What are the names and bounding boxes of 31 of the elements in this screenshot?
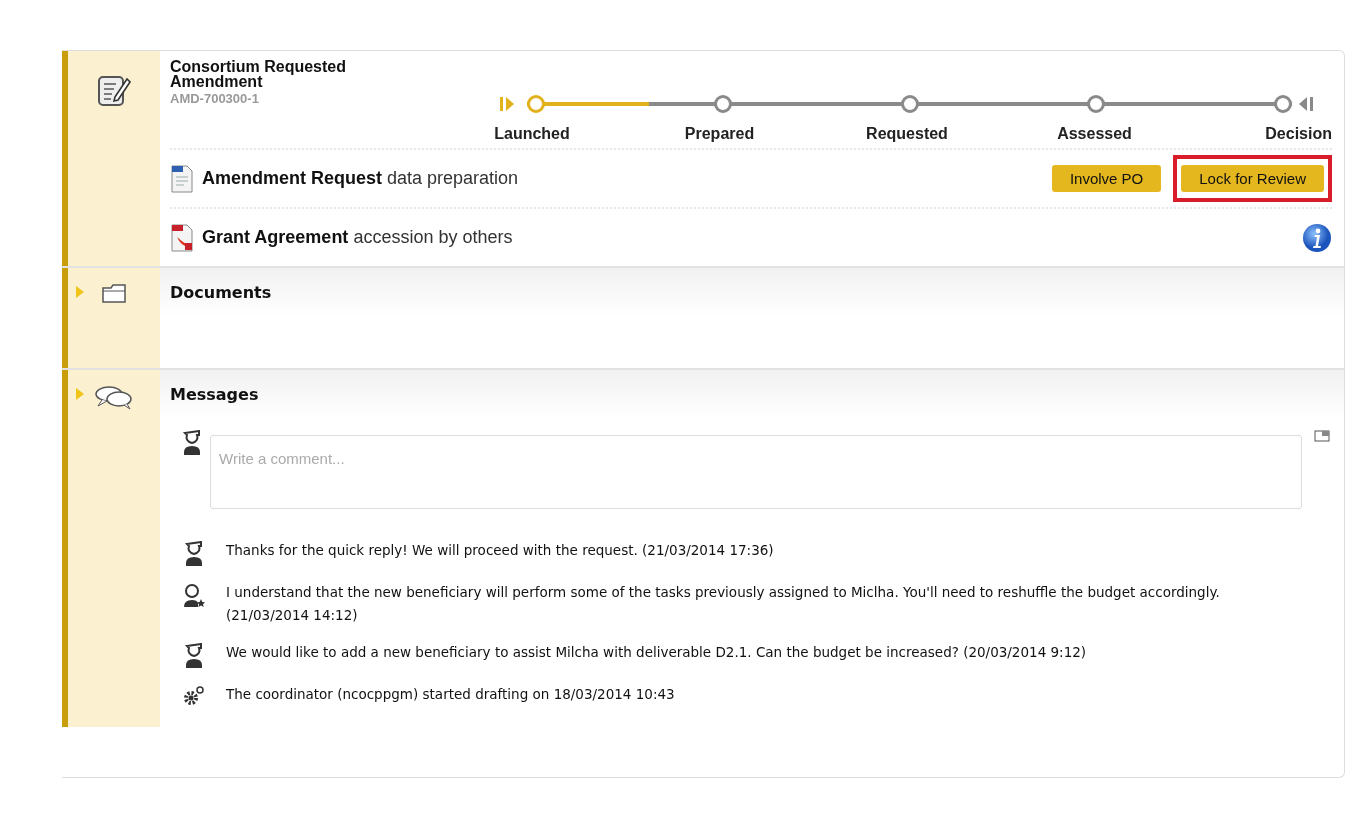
end-marker-icon xyxy=(1298,96,1316,112)
message-text: We would like to add a new beneficiary to assist Milcha with deliverable D2.1. Can the budget be increased? (20/03/2014 9:12) xyxy=(226,643,1087,662)
user-avatar-icon xyxy=(184,541,204,567)
case-reference: AMD-700300-1 xyxy=(170,91,260,106)
action-button[interactable]: Involve PO xyxy=(1051,165,1162,192)
info-icon[interactable] xyxy=(1302,222,1332,253)
message-text: The coordinator (ncocppgm) started drafting on 18/03/2014 10:43 xyxy=(226,685,675,704)
expand-window-icon[interactable] xyxy=(1314,430,1330,442)
form-document-icon xyxy=(170,164,194,193)
comment-field[interactable]: Write a comment... xyxy=(210,435,1302,509)
gears-icon xyxy=(183,685,205,707)
user-avatar-icon xyxy=(182,430,202,456)
step-label: Decision xyxy=(1264,125,1332,143)
pdf-document-icon xyxy=(170,223,194,252)
task-text: Amendment Request data preparation xyxy=(202,168,520,189)
step-label: Prepared xyxy=(683,125,756,143)
case-title: Consortium Requested Amendment xyxy=(170,59,347,89)
folder-icon xyxy=(101,282,127,304)
action-button[interactable]: Lock for Review xyxy=(1181,165,1324,192)
message-text: Thanks for the quick reply! We will proceed with the request. (21/03/2014 17:36) xyxy=(226,541,774,560)
step-label: Requested xyxy=(865,125,949,143)
user-avatar-icon xyxy=(184,643,204,669)
section-title: Documents xyxy=(169,282,272,302)
step-label: Launched xyxy=(493,125,571,143)
speech-bubbles-icon xyxy=(94,384,134,410)
section-title: Messages xyxy=(169,384,259,404)
task-text: Grant Agreement accession by others xyxy=(202,227,514,248)
message-text: I understand that the new beneficiary will perform some of the tasks previously assigned to Miclha. You'll need to reshuffle the budget accordingly. (21/03/2014 14:12) xyxy=(226,583,1221,625)
step-label: Assessed xyxy=(1056,125,1133,143)
user-star-icon xyxy=(183,583,205,609)
edit-document-icon xyxy=(97,73,131,107)
